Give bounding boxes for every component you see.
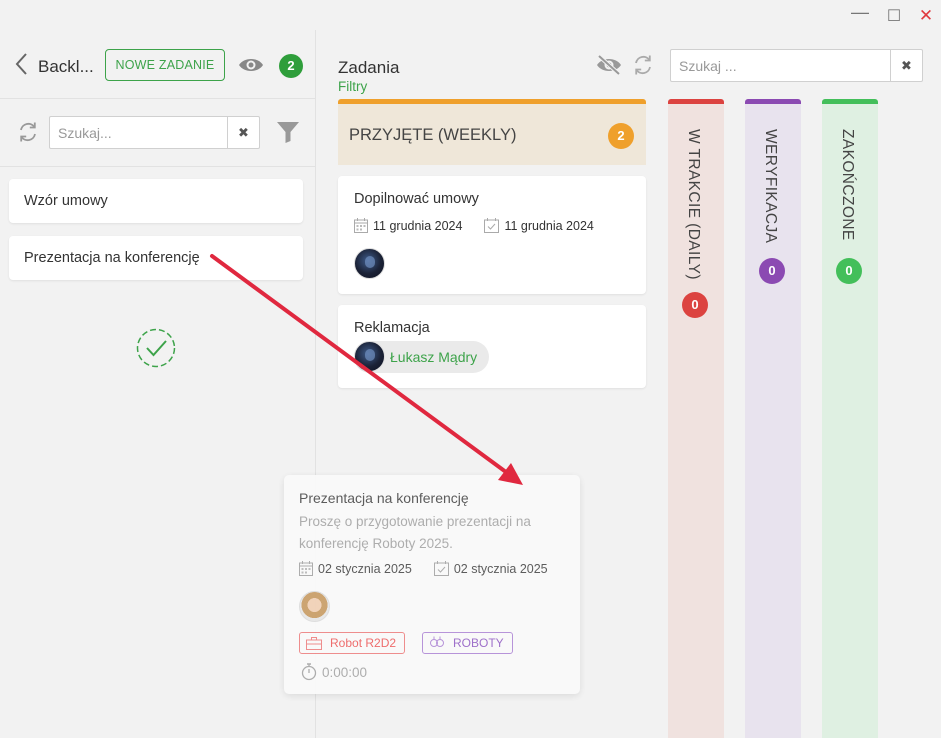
task-description: Proszę o przygotowanie prezentacji na ko… — [299, 514, 531, 551]
start-date: 11 grudnia 2024 — [373, 218, 463, 233]
board-title: Zadania — [338, 58, 400, 77]
tag-label: Robot R2D2 — [330, 636, 397, 650]
stopwatch-icon — [301, 663, 317, 681]
column-title: PRZYJĘTE (WEEKLY) — [349, 126, 517, 144]
column-in-progress[interactable]: W TRAKCIE (DAILY) 0 — [668, 99, 724, 738]
tag-label: ROBOTY — [453, 636, 504, 650]
dragged-task-card[interactable]: Prezentacja na konferencję Proszę o przy… — [284, 475, 580, 694]
close-button[interactable]: ✕ — [916, 6, 936, 26]
backlog-item[interactable]: Wzór umowy — [9, 179, 303, 223]
task-dates: 02 stycznia 2025 02 stycznia 2025 — [299, 561, 570, 576]
robot-icon — [430, 636, 444, 647]
calendar-icon — [299, 561, 313, 576]
avatar — [299, 591, 330, 622]
backlog-item[interactable]: Prezentacja na konferencję — [9, 236, 303, 280]
timer-value: 0:00:00 — [322, 664, 368, 680]
minimize-button[interactable]: — — [850, 2, 870, 23]
calendar-check-icon — [484, 218, 500, 233]
column-done[interactable]: ZAKOŃCZONE 0 — [822, 99, 878, 738]
backlog-search-input[interactable] — [50, 117, 226, 148]
due-date: 02 stycznia 2025 — [453, 561, 548, 576]
column-header-accepted[interactable]: PRZYJĘTE (WEEKLY) 2 — [338, 99, 646, 165]
board-search: ✖ — [670, 49, 923, 82]
calendar-icon — [354, 218, 368, 233]
backlog-panel: Backl... NOWE ZADANIE 2 ✖ Wzór umowy Pre… — [0, 30, 316, 738]
filters-link[interactable]: Filtry — [338, 79, 367, 94]
column-title: W TRAKCIE (DAILY) — [685, 129, 702, 280]
tag-roboty[interactable]: ROBOTY — [422, 632, 513, 654]
maximize-button[interactable]: ☐ — [884, 6, 904, 26]
column-count-badge: 2 — [608, 123, 634, 149]
board-search-input[interactable] — [671, 50, 887, 81]
task-dates: 11 grudnia 2024 11 grudnia 2024 — [354, 218, 616, 233]
assignee-chip[interactable]: Łukasz Mądry — [354, 341, 490, 373]
assignee-name: Łukasz Mądry — [390, 349, 478, 365]
briefcase-icon — [306, 636, 322, 650]
column-title: WERYFIKACJA — [762, 129, 779, 244]
task-card[interactable]: Reklamacja Łukasz Mądry — [338, 305, 646, 388]
task-card[interactable]: Dopilnować umowy 11 grudnia 2024 11 grud… — [338, 176, 646, 294]
backlog-count-badge: 2 — [279, 54, 303, 78]
task-timer[interactable]: 0:00:00 — [301, 663, 367, 681]
task-title: Reklamacja — [354, 320, 430, 336]
new-task-button[interactable]: NOWE ZADANIE — [105, 49, 225, 81]
back-icon[interactable] — [14, 52, 28, 82]
backlog-search: ✖ — [49, 116, 260, 149]
clear-icon[interactable]: ✖ — [890, 50, 922, 81]
calendar-check-icon — [433, 561, 449, 576]
column-count-badge: 0 — [836, 258, 862, 284]
due-date: 11 grudnia 2024 — [504, 218, 594, 233]
start-date: 02 stycznia 2025 — [318, 561, 412, 576]
column-title: ZAKOŃCZONE — [839, 129, 856, 241]
refresh-icon[interactable] — [17, 121, 39, 148]
check-circle-icon — [136, 328, 176, 373]
avatar — [354, 248, 385, 279]
column-count-badge: 0 — [759, 258, 785, 284]
backlog-title: Backl... — [38, 57, 94, 76]
eye-off-icon[interactable] — [595, 54, 623, 81]
divider — [0, 166, 316, 167]
eye-icon[interactable] — [238, 56, 264, 79]
divider — [0, 98, 316, 99]
avatar — [354, 341, 385, 372]
filter-icon[interactable] — [276, 120, 300, 149]
tag-robot[interactable]: Robot R2D2 — [299, 632, 406, 654]
task-title: Prezentacja na konferencję — [299, 490, 469, 506]
clear-icon[interactable]: ✖ — [227, 117, 259, 148]
task-title: Dopilnować umowy — [354, 191, 479, 207]
refresh-icon[interactable] — [632, 54, 654, 81]
column-verification[interactable]: WERYFIKACJA 0 — [745, 99, 801, 738]
column-count-badge: 0 — [682, 292, 708, 318]
